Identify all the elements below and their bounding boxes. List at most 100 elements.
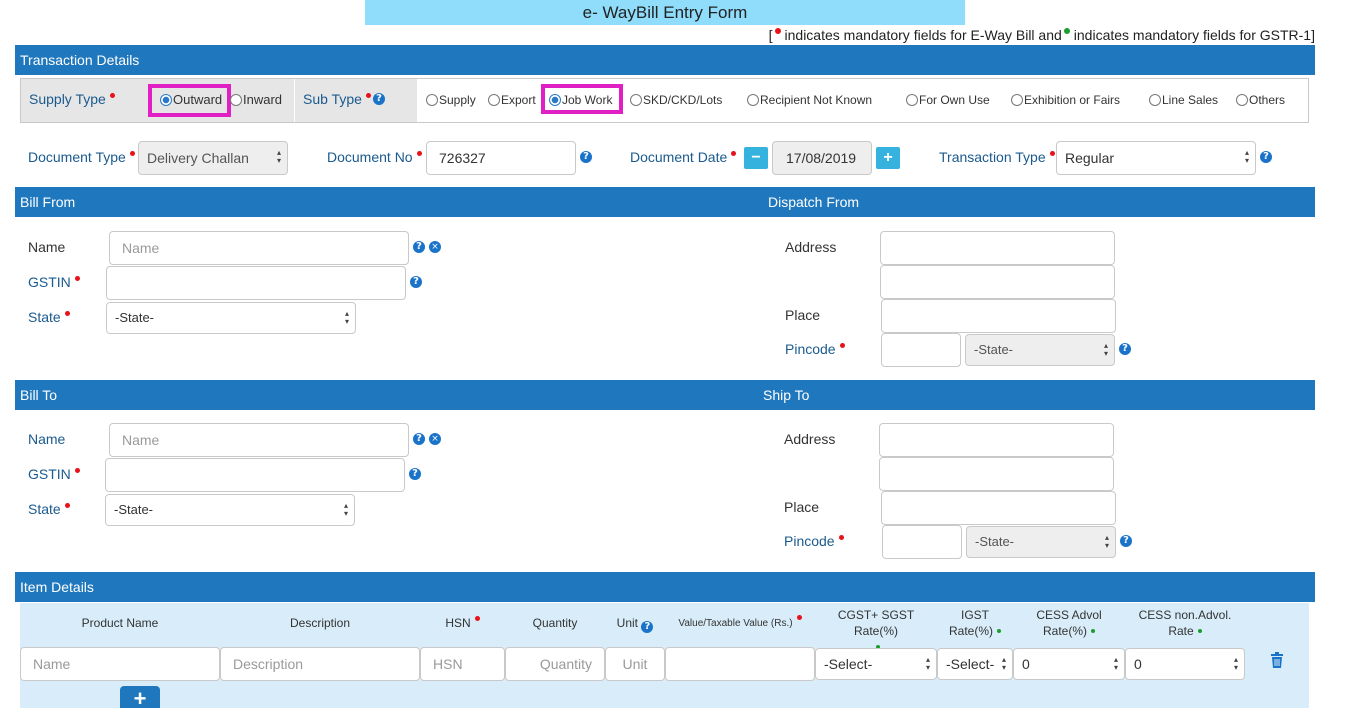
mandatory-legend: [indicates mandatory fields for E-Way Bi…: [769, 27, 1315, 43]
bill-to-state-select[interactable]: -State-: [105, 494, 355, 526]
section-title: Bill From: [20, 194, 76, 210]
section-bill-from: Bill From Dispatch From: [15, 187, 1315, 217]
bill-to-gstin-input[interactable]: [105, 458, 405, 492]
ship-to-place-input[interactable]: [881, 491, 1116, 525]
bill-to-gstin-label: GSTIN: [28, 466, 80, 482]
bill-from-name-input[interactable]: Name: [109, 231, 409, 265]
dispatch-address-label: Address: [785, 239, 837, 255]
item-cess-advol-select[interactable]: 0: [1013, 648, 1125, 680]
radio-export[interactable]: Export: [488, 93, 536, 107]
document-type-select[interactable]: Delivery Challan: [138, 141, 288, 175]
sub-type-label: Sub Type: [303, 91, 371, 107]
section-transaction-details: Transaction Details: [15, 45, 1315, 75]
radio-unchecked-icon: [488, 94, 500, 106]
bill-from-state-select[interactable]: -State-: [106, 302, 356, 334]
bill-to-name-help-icon[interactable]: ?: [413, 433, 425, 445]
radio-unchecked-icon: [230, 94, 242, 106]
radio-checked-icon: [160, 94, 172, 106]
document-no-help-icon[interactable]: ?: [580, 151, 592, 163]
bill-to-name-input[interactable]: Name: [109, 423, 409, 457]
radio-line-sales[interactable]: Line Sales: [1149, 93, 1218, 107]
item-taxable-value-input[interactable]: [665, 647, 815, 681]
required-dot-icon: [64, 311, 70, 316]
radio-inward[interactable]: Inward: [230, 92, 282, 107]
ship-to-pincode-help-icon[interactable]: ?: [1120, 535, 1132, 547]
section-item-details: Item Details: [15, 572, 1315, 602]
dispatch-pincode-help-icon[interactable]: ?: [1119, 343, 1131, 355]
dispatch-state-select[interactable]: -State-: [965, 334, 1115, 366]
section-title-dispatch-from: Dispatch From: [768, 194, 860, 210]
section-bill-to: Bill To Ship To: [15, 380, 1315, 410]
date-plus-button[interactable]: +: [876, 147, 900, 169]
green-dot-icon: [1197, 629, 1202, 633]
bill-from-name-help-icon[interactable]: ?: [413, 241, 425, 253]
radio-supply[interactable]: Supply: [426, 93, 476, 107]
dispatch-place-input[interactable]: [881, 299, 1116, 333]
supply-type-label: Supply Type: [29, 91, 115, 107]
required-dot-icon: [64, 503, 70, 508]
document-no-input[interactable]: 726327: [426, 141, 576, 175]
required-dot-icon: [731, 151, 737, 156]
header-cess-advol-rate: CESS Advol Rate(%): [1036, 608, 1102, 638]
bill-from-name-clear-icon[interactable]: ×: [429, 241, 441, 253]
required-dot-icon: [796, 615, 802, 620]
document-date-label: Document Date: [630, 149, 737, 165]
transaction-type-select[interactable]: Regular: [1056, 141, 1256, 175]
dispatch-address-line2-input[interactable]: [880, 265, 1115, 299]
section-title-ship-to: Ship To: [763, 387, 810, 403]
required-dot-icon: [74, 468, 80, 473]
radio-recipient-not-known[interactable]: Recipient Not Known: [747, 93, 872, 107]
header-igst-rate: IGST Rate(%): [937, 607, 1013, 639]
required-dot-icon: [109, 93, 115, 98]
transaction-type-help-icon[interactable]: ?: [1260, 151, 1272, 163]
item-hsn-input[interactable]: HSN: [420, 647, 505, 681]
dispatch-pincode-input[interactable]: [881, 333, 961, 367]
green-dot-icon: [1063, 28, 1070, 34]
item-unit-input[interactable]: Unit: [605, 647, 665, 681]
bill-from-gstin-help-icon[interactable]: ?: [410, 276, 422, 288]
unit-help-icon[interactable]: ?: [641, 621, 654, 633]
item-description-input[interactable]: Description: [220, 647, 420, 681]
header-description: Description: [289, 616, 351, 630]
bill-to-gstin-help-icon[interactable]: ?: [409, 468, 421, 480]
bill-to-state-label: State: [28, 501, 70, 517]
trash-icon[interactable]: [1270, 652, 1284, 672]
add-item-button[interactable]: +: [120, 686, 160, 708]
dispatch-address-line1-input[interactable]: [880, 231, 1115, 265]
ship-to-address-line1-input[interactable]: [879, 423, 1114, 457]
ship-to-state-select[interactable]: -State-: [966, 526, 1116, 558]
item-product-name-input[interactable]: Name: [20, 647, 220, 681]
ship-to-address-label: Address: [784, 431, 836, 447]
legend-open: [: [768, 27, 773, 43]
item-cess-nonadvol-select[interactable]: 0: [1125, 648, 1245, 680]
red-dot-icon: [774, 28, 781, 34]
transaction-type-label: Transaction Type: [939, 149, 1055, 165]
header-product-name: Product Name: [81, 616, 159, 630]
ship-to-pincode-input[interactable]: [882, 525, 962, 559]
required-dot-icon: [129, 151, 135, 156]
radio-unchecked-icon: [1236, 94, 1248, 106]
green-dot-icon: [997, 629, 1001, 633]
radio-outward[interactable]: Outward: [160, 92, 222, 107]
sub-type-help-icon[interactable]: ?: [373, 93, 385, 105]
bill-to-name-clear-icon[interactable]: ×: [429, 433, 441, 445]
date-minus-button[interactable]: −: [744, 147, 768, 169]
radio-job-work[interactable]: Job Work: [549, 93, 612, 107]
header-unit: Unit ?: [605, 615, 665, 633]
item-cgst-sgst-select[interactable]: -Select-: [815, 648, 937, 680]
radio-exhibition-or-fairs[interactable]: Exhibition or Fairs: [1011, 93, 1120, 107]
document-date-input[interactable]: 17/08/2019: [772, 141, 872, 175]
radio-unchecked-icon: [1011, 94, 1023, 106]
required-dot-icon: [839, 343, 845, 348]
bill-from-gstin-input[interactable]: [106, 266, 406, 300]
ship-to-pincode-label: Pincode: [784, 533, 844, 549]
required-dot-icon: [416, 151, 422, 156]
item-igst-select[interactable]: -Select-: [937, 648, 1013, 680]
radio-unchecked-icon: [1149, 94, 1161, 106]
ship-to-address-line2-input[interactable]: [879, 457, 1114, 491]
item-quantity-input[interactable]: Quantity: [505, 647, 605, 681]
radio-others[interactable]: Others: [1236, 93, 1285, 107]
radio-skd-ckd-lots[interactable]: SKD/CKD/Lots: [630, 93, 722, 107]
header-cess-nonadvol-rate: CESS non.Advol. Rate: [1138, 608, 1232, 638]
radio-for-own-use[interactable]: For Own Use: [906, 93, 990, 107]
